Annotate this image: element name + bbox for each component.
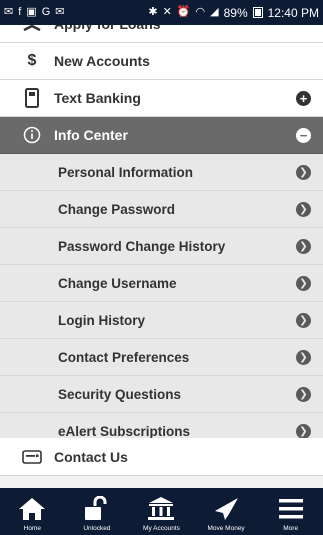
tab-more[interactable]: More (259, 496, 323, 532)
clock: 12:40 PM (267, 5, 319, 20)
chevron-right-icon: ❯ (296, 424, 311, 439)
submenu-item-contact-preferences[interactable]: Contact Preferences ❯ (0, 339, 323, 376)
gallery-icon: ▣ (26, 6, 37, 18)
bank-icon (148, 497, 175, 520)
menu-icon (278, 499, 303, 519)
submenu-item-personal-information[interactable]: Personal Information ❯ (0, 154, 323, 191)
submenu-item-label: Change Username (58, 275, 177, 291)
submenu-item-label: Personal Information (58, 164, 194, 180)
chevron-right-icon: ❯ (296, 165, 311, 180)
bluetooth-icon: ✱ (148, 6, 158, 18)
menu-section-label: Info Center (54, 127, 128, 143)
wifi-icon: ◠ (195, 6, 206, 18)
bottom-tab-bar: Home Unlocked My Accounts Move Money Mor… (0, 488, 323, 535)
menu-item-new-accounts[interactable]: $ New Accounts (0, 43, 323, 80)
tab-my-accounts[interactable]: My Accounts (129, 496, 193, 532)
tab-label: My Accounts (143, 525, 180, 532)
collapse-icon[interactable]: − (296, 128, 311, 143)
home-icon (19, 498, 46, 520)
chevron-right-icon: ❯ (296, 313, 311, 328)
tab-label: Move Money (207, 525, 245, 532)
tab-label: Unlocked (83, 525, 111, 532)
submenu-item-password-change-history[interactable]: Password Change History ❯ (0, 228, 323, 265)
tab-move-money[interactable]: Move Money (194, 496, 258, 532)
submenu-item-label: Password Change History (58, 238, 226, 254)
submenu-item-label: eAlert Subscriptions (58, 423, 191, 439)
status-right-icons: ✱ ✕ ⏰ ◠ ◢ 89% 12:40 PM (148, 6, 319, 20)
menu-item-label: Text Banking (54, 90, 141, 106)
dollar-icon: $ (27, 52, 37, 69)
facebook-icon: f (18, 6, 22, 18)
submenu-item-label: Change Password (58, 201, 176, 217)
phone-icon (22, 88, 42, 108)
tab-unlocked[interactable]: Unlocked (65, 496, 129, 532)
expand-icon[interactable]: + (296, 91, 311, 106)
alarm-icon: ⏰ (176, 6, 191, 18)
mute-icon: ✕ (162, 6, 172, 18)
submenu-item-change-username[interactable]: Change Username ❯ (0, 265, 323, 302)
submenu-item-login-history[interactable]: Login History ❯ (0, 302, 323, 339)
chevron-right-icon: ❯ (296, 350, 311, 365)
chevron-right-icon: ❯ (296, 239, 311, 254)
chevron-right-icon: ❯ (296, 387, 311, 402)
keyboard-icon (22, 447, 42, 467)
chevron-right-icon: ❯ (296, 202, 311, 217)
menu-item-contact-us[interactable]: Contact Us (0, 438, 323, 476)
unlocked-icon (84, 496, 107, 520)
google-icon: G (41, 6, 51, 18)
battery-percent: 89% (223, 5, 248, 20)
menu-section-info-center[interactable]: Info Center − (0, 117, 323, 154)
side-menu: Apply for Loans $ New Accounts Text Bank… (0, 0, 323, 488)
status-left-icons: ✉ f ▣ G ✉ (4, 7, 64, 18)
chevron-right-icon: ❯ (296, 276, 311, 291)
submenu-item-change-password[interactable]: Change Password ❯ (0, 191, 323, 228)
battery-icon (252, 7, 263, 18)
status-bar: ✉ f ▣ G ✉ ✱ ✕ ⏰ ◠ ◢ 89% 12:40 PM (0, 0, 323, 25)
menu-item-text-banking[interactable]: Text Banking + (0, 80, 323, 117)
tab-home[interactable]: Home (0, 496, 64, 532)
submenu-item-label: Login History (58, 312, 145, 328)
menu-item-label: Contact Us (54, 448, 128, 465)
send-icon (215, 498, 239, 520)
info-icon (22, 125, 42, 145)
tab-label: More (283, 525, 299, 532)
signal-icon: ◢ (210, 6, 219, 18)
menu-item-label: New Accounts (54, 53, 150, 69)
mail-icon: ✉ (55, 6, 65, 18)
mail-icon: ✉ (4, 6, 14, 18)
tab-label: Home (23, 525, 41, 532)
submenu-item-label: Security Questions (58, 386, 182, 402)
submenu-item-label: Contact Preferences (58, 349, 190, 365)
submenu-item-security-questions[interactable]: Security Questions ❯ (0, 376, 323, 413)
